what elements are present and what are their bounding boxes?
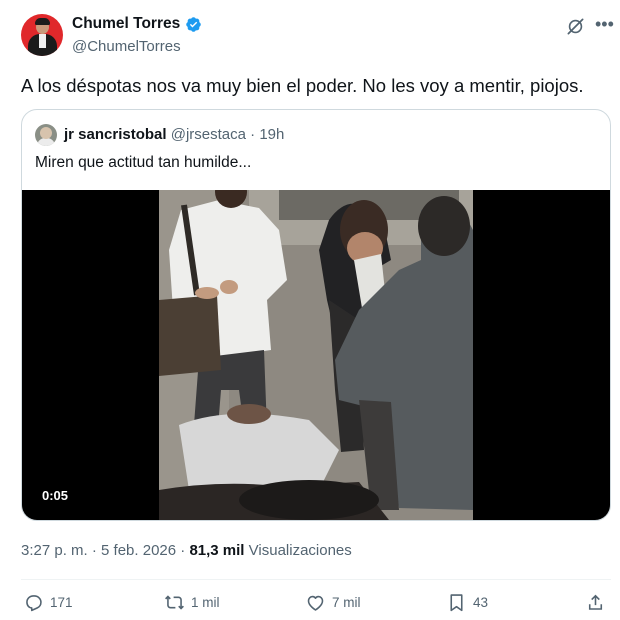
author-name[interactable]: Chumel Torres	[72, 14, 180, 34]
tweet-text: A los déspotas nos va muy bien el poder.…	[21, 75, 584, 96]
tweet-timestamp: 3:27 p. m. · 5 feb. 2026 · 81,3 mil Visu…	[21, 542, 352, 560]
bookmark-count: 43	[473, 595, 489, 610]
quoted-time: 19h	[259, 126, 285, 143]
video-player[interactable]: 0:05	[22, 190, 610, 520]
quoted-meta: jr sancristobal @jrsestaca · 19h	[64, 126, 284, 144]
verified-badge-icon	[186, 16, 202, 32]
share-icon	[588, 594, 603, 610]
action-bar: 171 1 mil 7 mil 43	[0, 592, 620, 618]
quoted-avatar-face	[40, 127, 52, 139]
heart-icon	[307, 595, 324, 611]
quoted-author-name: jr sancristobal	[64, 126, 167, 143]
quoted-author-handle: @jrsestaca	[170, 126, 246, 143]
video-frame	[159, 190, 473, 520]
views-label: Visualizaciones	[248, 542, 352, 559]
avatar-hair	[35, 18, 50, 25]
views-count: 81,3 mil	[189, 542, 245, 559]
bookmark-button[interactable]: 43	[446, 592, 488, 613]
repost-button[interactable]: 1 mil	[164, 592, 220, 613]
author-handle[interactable]: @ChumelTorres	[72, 38, 181, 56]
grok-icon[interactable]	[566, 17, 585, 36]
author-avatar[interactable]	[21, 14, 63, 56]
quoted-text: Miren que actitud tan humilde...	[35, 154, 252, 171]
avatar-shirt	[39, 34, 46, 48]
reply-button[interactable]: 171	[23, 592, 73, 613]
quoted-author-avatar[interactable]	[35, 124, 57, 146]
divider	[21, 579, 611, 580]
repost-count: 1 mil	[191, 595, 220, 610]
quoted-separator: ·	[250, 126, 256, 143]
bookmark-icon	[450, 594, 463, 612]
repost-icon	[165, 595, 184, 610]
quoted-tweet[interactable]: jr sancristobal @jrsestaca · 19h Miren q…	[21, 109, 611, 521]
video-duration: 0:05	[37, 487, 74, 505]
more-options-icon[interactable]: •••	[595, 14, 614, 34]
quoted-avatar-body	[37, 138, 55, 146]
time-date[interactable]: 3:27 p. m. · 5 feb. 2026 ·	[21, 542, 189, 559]
video-still-image	[159, 190, 473, 520]
author-name-row[interactable]: Chumel Torres	[72, 14, 202, 34]
like-button[interactable]: 7 mil	[305, 592, 361, 613]
like-count: 7 mil	[332, 595, 361, 610]
reply-icon	[26, 595, 42, 612]
reply-count: 171	[50, 595, 73, 610]
share-button[interactable]	[585, 592, 606, 613]
